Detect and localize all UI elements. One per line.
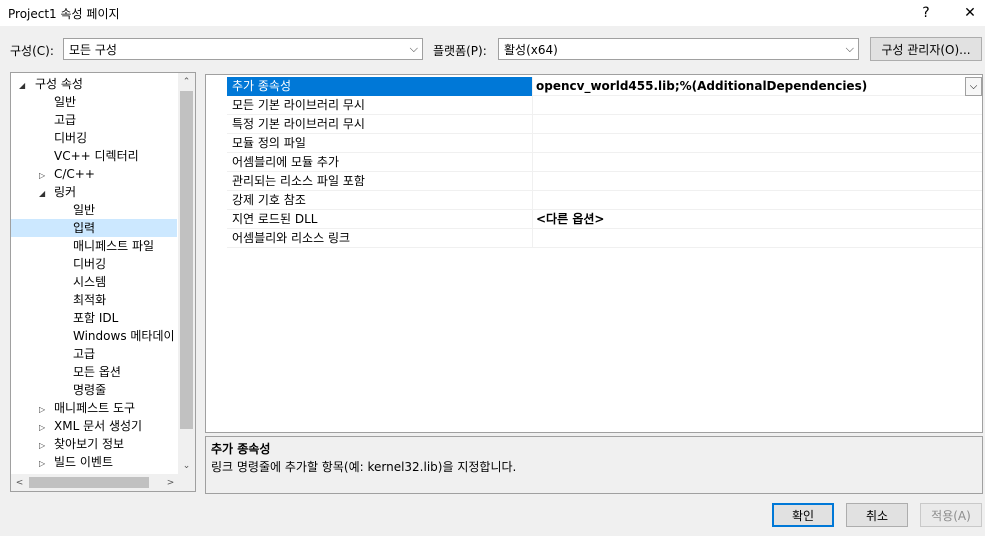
tree-item-linker[interactable]: 링커 — [54, 183, 76, 201]
property-row[interactable]: 어셈블리에 모듈 추가 — [227, 153, 982, 172]
scrollbar-corner — [178, 474, 195, 491]
platform-select[interactable]: 활성(x64) ⌵ — [498, 38, 859, 60]
property-value[interactable]: <다른 옵션> — [536, 210, 604, 229]
tree-item-browse-info[interactable]: 찾아보기 정보 — [54, 435, 124, 453]
scroll-up-icon[interactable]: ⌃ — [178, 73, 195, 90]
ok-button[interactable]: 확인 — [772, 503, 834, 527]
chevron-down-icon[interactable]: ⌵ — [965, 77, 982, 96]
tree-item-general[interactable]: 일반 — [54, 93, 76, 111]
description-text: 링크 명령줄에 추가할 항목(예: kernel32.lib)을 지정합니다. — [211, 460, 517, 474]
scroll-left-icon[interactable]: < — [11, 474, 28, 491]
collapsed-icon[interactable]: ▷ — [39, 459, 45, 468]
tree-item-xml-doc-generator[interactable]: XML 문서 생성기 — [54, 417, 142, 435]
config-select-value: 모든 구성 — [69, 42, 117, 57]
tree-item-manifest-file[interactable]: 매니페스트 파일 — [73, 237, 154, 255]
property-grid: 추가 종속성 opencv_world455.lib;%(AdditionalD… — [205, 74, 983, 433]
column-divider — [532, 134, 533, 153]
column-divider — [532, 96, 533, 115]
property-name: 지연 로드된 DLL — [232, 212, 318, 226]
property-row[interactable]: 지연 로드된 DLL <다른 옵션> — [227, 210, 982, 229]
collapsed-icon[interactable]: ▷ — [39, 441, 45, 450]
tree-vertical-scrollbar[interactable]: ⌃ ⌄ — [178, 73, 195, 474]
property-tree[interactable]: ◢ 구성 속성 일반 고급 디버깅 VC++ 디렉터리 ▷ C/C++ ◢ 링커… — [10, 72, 196, 492]
property-row[interactable]: 모듈 정의 파일 — [227, 134, 982, 153]
platform-label: 플랫폼(P): — [433, 44, 487, 58]
tree-item-build-events[interactable]: 빌드 이벤트 — [54, 453, 113, 471]
tree-item-vc-directories[interactable]: VC++ 디렉터리 — [54, 147, 139, 165]
collapsed-icon[interactable]: ▷ — [39, 171, 45, 180]
column-divider — [532, 77, 533, 96]
tree-item-linker-advanced[interactable]: 고급 — [73, 345, 95, 363]
property-name: 특정 기본 라이브러리 무시 — [232, 117, 365, 131]
tree-item-c-cpp[interactable]: C/C++ — [54, 165, 95, 183]
property-name: 모든 기본 라이브러리 무시 — [232, 98, 365, 112]
tree-item-advanced[interactable]: 고급 — [54, 111, 76, 129]
tree-item-manifest-tool[interactable]: 매니페스트 도구 — [54, 399, 135, 417]
platform-select-value: 활성(x64) — [504, 42, 558, 57]
tree-item-windows-metadata[interactable]: Windows 메타데이 — [73, 327, 177, 345]
scroll-right-icon[interactable]: > — [162, 474, 179, 491]
cancel-button[interactable]: 취소 — [846, 503, 908, 527]
property-row[interactable]: 강제 기호 참조 — [227, 191, 982, 210]
tree-item-optimization[interactable]: 최적화 — [73, 291, 106, 309]
help-button[interactable]: ? — [904, 0, 948, 26]
tree-item-linker-debugging[interactable]: 디버깅 — [73, 255, 106, 273]
description-panel: 추가 종속성 링크 명령줄에 추가할 항목(예: kernel32.lib)을 … — [205, 436, 983, 494]
property-name: 강제 기호 참조 — [232, 193, 306, 207]
column-divider — [532, 210, 533, 229]
column-divider — [532, 115, 533, 134]
property-name: 어셈블리와 리소스 링크 — [232, 231, 351, 245]
column-divider — [532, 191, 533, 210]
tree-item-config-properties[interactable]: 구성 속성 — [35, 75, 83, 93]
scrollbar-thumb[interactable] — [180, 91, 193, 429]
collapsed-icon[interactable]: ▷ — [39, 423, 45, 432]
chevron-down-icon: ⌵ — [845, 42, 854, 55]
tree-item-linker-general[interactable]: 일반 — [73, 201, 95, 219]
title-bar: Project1 속성 페이지 ? ✕ — [0, 0, 985, 26]
chevron-down-icon: ⌵ — [409, 42, 418, 55]
tree-item-command-line[interactable]: 명령줄 — [73, 381, 106, 399]
property-row[interactable]: 어셈블리와 리소스 링크 — [227, 229, 982, 248]
property-value[interactable]: opencv_world455.lib;%(AdditionalDependen… — [536, 77, 867, 96]
config-select[interactable]: 모든 구성 ⌵ — [63, 38, 423, 60]
tree-horizontal-scrollbar[interactable]: < > — [11, 474, 179, 491]
tree-item-all-options[interactable]: 모든 옵션 — [73, 363, 121, 381]
tree-item-debugging[interactable]: 디버깅 — [54, 129, 87, 147]
tree-item-linker-input[interactable]: 입력 — [11, 219, 177, 237]
tree-item-embedded-idl[interactable]: 포함 IDL — [73, 309, 118, 327]
close-button[interactable]: ✕ — [948, 0, 985, 26]
property-row[interactable]: 추가 종속성 opencv_world455.lib;%(AdditionalD… — [227, 77, 982, 96]
config-manager-button[interactable]: 구성 관리자(O)... — [870, 37, 982, 61]
column-divider — [532, 229, 533, 248]
property-row[interactable]: 관리되는 리소스 파일 포함 — [227, 172, 982, 191]
expanded-icon[interactable]: ◢ — [19, 81, 25, 90]
description-title: 추가 종속성 — [211, 442, 271, 456]
expanded-icon[interactable]: ◢ — [39, 189, 45, 198]
property-row[interactable]: 특정 기본 라이브러리 무시 — [227, 115, 982, 134]
property-row[interactable]: 모든 기본 라이브러리 무시 — [227, 96, 982, 115]
column-divider — [532, 153, 533, 172]
scroll-down-icon[interactable]: ⌄ — [178, 457, 195, 474]
window-title: Project1 속성 페이지 — [8, 7, 120, 21]
property-name: 어셈블리에 모듈 추가 — [232, 155, 339, 169]
property-name: 모듈 정의 파일 — [232, 136, 306, 150]
apply-button[interactable]: 적용(A) — [920, 503, 982, 527]
collapsed-icon[interactable]: ▷ — [39, 405, 45, 414]
column-divider — [532, 172, 533, 191]
config-label: 구성(C): — [10, 44, 54, 58]
property-name: 추가 종속성 — [232, 79, 292, 93]
property-name: 관리되는 리소스 파일 포함 — [232, 174, 365, 188]
scrollbar-thumb[interactable] — [29, 477, 149, 488]
tree-item-system[interactable]: 시스템 — [73, 273, 106, 291]
